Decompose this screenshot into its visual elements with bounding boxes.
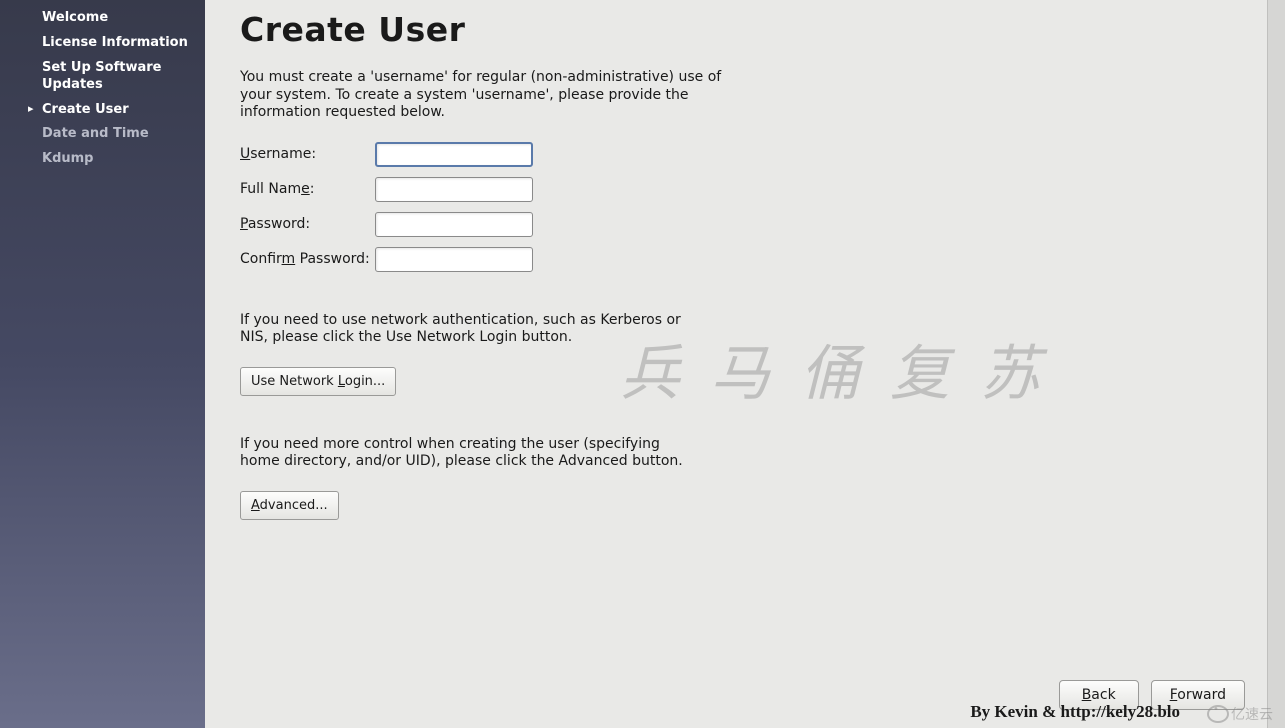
- back-button[interactable]: Back: [1059, 680, 1139, 710]
- footer-buttons: Back Forward: [1059, 680, 1245, 710]
- password-label: Password:: [240, 216, 375, 232]
- confirm-password-row: Confirm Password:: [240, 247, 1245, 272]
- password-row: Password:: [240, 212, 1245, 237]
- sidebar-item-license[interactable]: License Information: [0, 31, 205, 56]
- sidebar-item-software-updates[interactable]: Set Up Software Updates: [0, 56, 205, 98]
- forward-button[interactable]: Forward: [1151, 680, 1245, 710]
- use-network-login-button[interactable]: Use Network Login...: [240, 367, 396, 396]
- password-input[interactable]: [375, 212, 533, 237]
- sidebar-item-welcome[interactable]: Welcome: [0, 6, 205, 31]
- sidebar: Welcome License Information Set Up Softw…: [0, 0, 205, 728]
- intro-text: You must create a 'username' for regular…: [240, 69, 740, 122]
- network-login-text: If you need to use network authenticatio…: [240, 312, 700, 347]
- fullname-input[interactable]: [375, 177, 533, 202]
- advanced-text: If you need more control when creating t…: [240, 436, 700, 471]
- username-label: Username:: [240, 146, 375, 162]
- advanced-button[interactable]: Advanced...: [240, 491, 339, 520]
- username-input[interactable]: [375, 142, 533, 167]
- fullname-row: Full Name:: [240, 177, 1245, 202]
- main-content: Create User You must create a 'username'…: [205, 0, 1285, 728]
- page-title: Create User: [240, 10, 1245, 49]
- scrollbar[interactable]: [1267, 0, 1285, 728]
- sidebar-item-create-user[interactable]: Create User: [0, 98, 205, 123]
- confirm-password-input[interactable]: [375, 247, 533, 272]
- sidebar-item-date-time[interactable]: Date and Time: [0, 122, 205, 147]
- username-row: Username:: [240, 142, 1245, 167]
- confirm-password-label: Confirm Password:: [240, 251, 375, 267]
- fullname-label: Full Name:: [240, 181, 375, 197]
- sidebar-item-kdump[interactable]: Kdump: [0, 147, 205, 172]
